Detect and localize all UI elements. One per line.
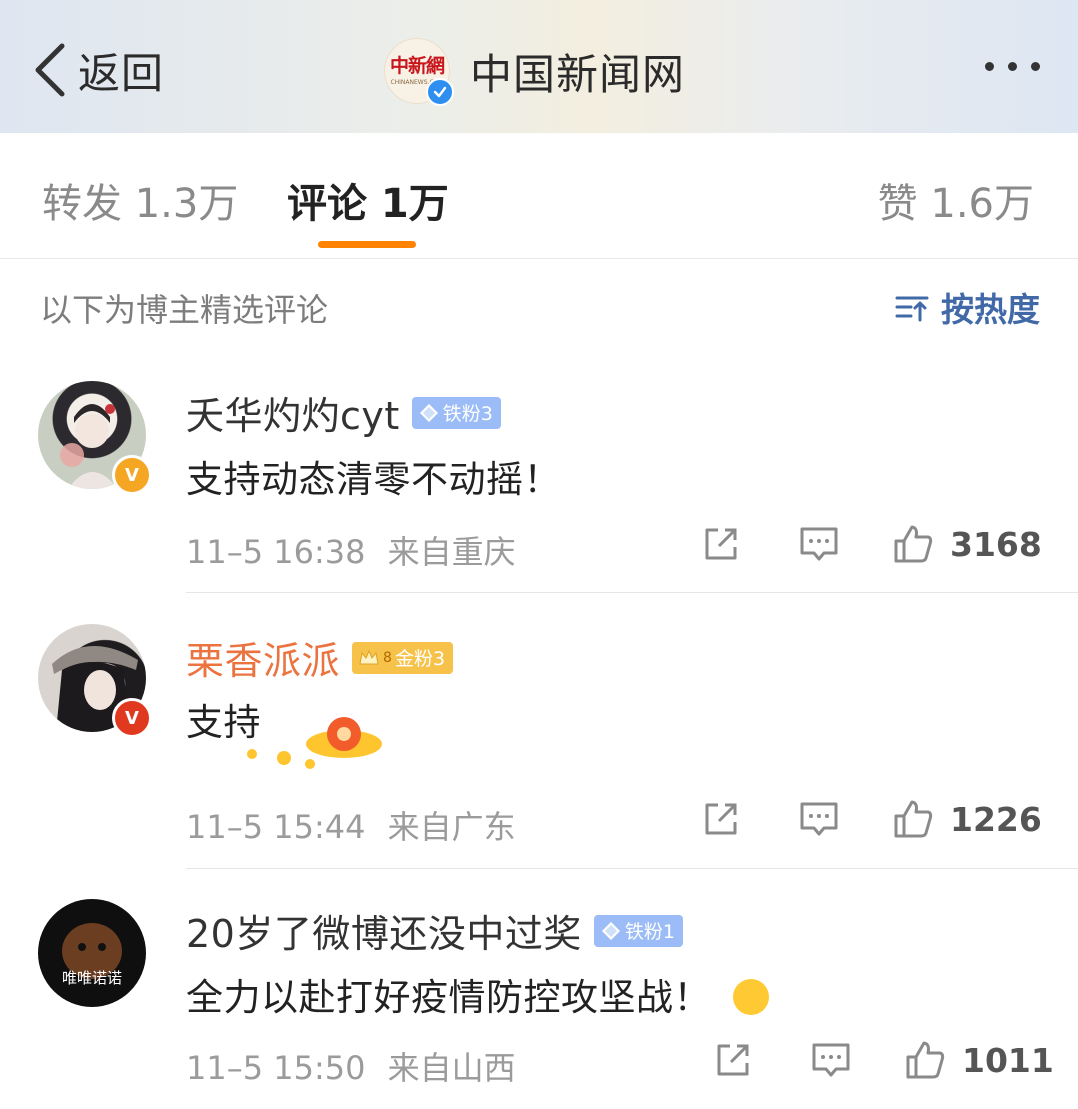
diamond-icon <box>601 921 620 940</box>
featured-comments-label: 以下为博主精选评论 <box>40 291 329 329</box>
comment-divider <box>186 592 1078 593</box>
logo-text: 中新網 <box>389 54 445 77</box>
fan-badge-label: 铁粉1 <box>624 921 675 943</box>
share-icon[interactable] <box>700 523 742 565</box>
comment-location: 来自重庆 <box>387 533 516 571</box>
sort-icon <box>895 296 929 322</box>
avatar-caption: 唯唯诺诺 <box>61 969 122 987</box>
like-count: 3168 <box>950 524 1042 564</box>
like-count: 1226 <box>950 799 1042 839</box>
comment-icon[interactable] <box>798 798 840 840</box>
sort-button[interactable]: 按热度 <box>895 283 1040 331</box>
diamond-icon <box>419 403 438 422</box>
comment-icon[interactable] <box>798 523 840 565</box>
thumbs-up-icon[interactable] <box>904 1039 946 1081</box>
comment-time: 11–5 16:38 <box>186 533 366 571</box>
comment-text: 全力以赴打好疫情防控攻坚战！ <box>186 976 711 1019</box>
comment-item: V 栗香派派 8 金粉3 支持 11–5 15:44 来自广东 1226 <box>0 594 1078 869</box>
comment-text: 支持动态清零不动摇！ <box>186 458 561 501</box>
more-icon <box>1008 62 1017 71</box>
more-icon <box>1031 62 1040 71</box>
avatar-image <box>62 923 122 979</box>
crying-laughing-emoji-icon <box>733 978 769 1015</box>
crown-level: 8 <box>383 649 392 666</box>
top-nav-bar: 返回 中新網 CHINANEWS.COM 中国新闻网 <box>0 0 1078 133</box>
share-icon[interactable] <box>712 1039 754 1081</box>
comment-time: 11–5 15:44 <box>186 808 366 846</box>
back-label: 返回 <box>78 48 165 98</box>
comment-location: 来自广东 <box>387 808 516 846</box>
more-button[interactable] <box>985 62 1040 71</box>
account-logo[interactable]: 中新網 CHINANEWS.COM <box>384 38 454 106</box>
account-name[interactable]: 中国新闻网 <box>470 41 685 102</box>
username[interactable]: 20岁了微博还没中过奖 <box>186 903 582 958</box>
tab-repost[interactable]: 转发 1.3万 <box>42 171 238 229</box>
crown-icon <box>359 649 379 664</box>
sort-label: 按热度 <box>941 290 1040 329</box>
comment-icon[interactable] <box>810 1039 852 1081</box>
share-icon[interactable] <box>700 798 742 840</box>
comment-time: 11–5 15:50 <box>186 1049 366 1087</box>
tab-comment[interactable]: 评论 1万 <box>287 171 449 229</box>
comment-filter-bar: 以下为博主精选评论 按热度 <box>0 259 1078 351</box>
verified-badge-gold: V <box>112 455 152 495</box>
fan-badge: 铁粉1 <box>593 914 683 947</box>
ufo-sticker-icon <box>247 717 382 769</box>
account-header[interactable]: 中新網 CHINANEWS.COM 中国新闻网 <box>384 38 685 106</box>
more-icon <box>985 62 994 71</box>
thumbs-up-icon[interactable] <box>892 523 934 565</box>
fan-badge: 铁粉3 <box>411 396 501 429</box>
comment-item: V 夭华灼灼cyt 铁粉3 支持动态清零不动摇！ 11–5 16:38 来自重庆… <box>0 351 1078 594</box>
back-button[interactable]: 返回 <box>30 38 164 102</box>
tab-like[interactable]: 赞 1.6万 <box>878 171 1034 229</box>
thumbs-up-icon[interactable] <box>892 798 934 840</box>
comment-location: 来自山西 <box>387 1049 516 1087</box>
fan-badge-label: 铁粉3 <box>442 403 493 425</box>
chevron-left-icon <box>35 43 65 97</box>
tab-bar: 转发 1.3万 评论 1万 赞 1.6万 <box>0 133 1078 259</box>
active-tab-indicator <box>318 241 416 248</box>
verified-icon <box>426 78 454 106</box>
avatar[interactable]: 唯唯诺诺 <box>38 899 146 1007</box>
username[interactable]: 栗香派派 <box>186 630 340 685</box>
verified-badge-red: V <box>112 698 152 738</box>
fan-badge-label: 金粉3 <box>394 648 446 670</box>
username[interactable]: 夭华灼灼cyt <box>186 385 400 440</box>
fan-badge: 8 金粉3 <box>352 641 454 674</box>
comment-item: 唯唯诺诺 20岁了微博还没中过奖 铁粉1 全力以赴打好疫情防控攻坚战！ 11–5… <box>0 869 1078 1109</box>
like-count: 1011 <box>962 1040 1054 1080</box>
